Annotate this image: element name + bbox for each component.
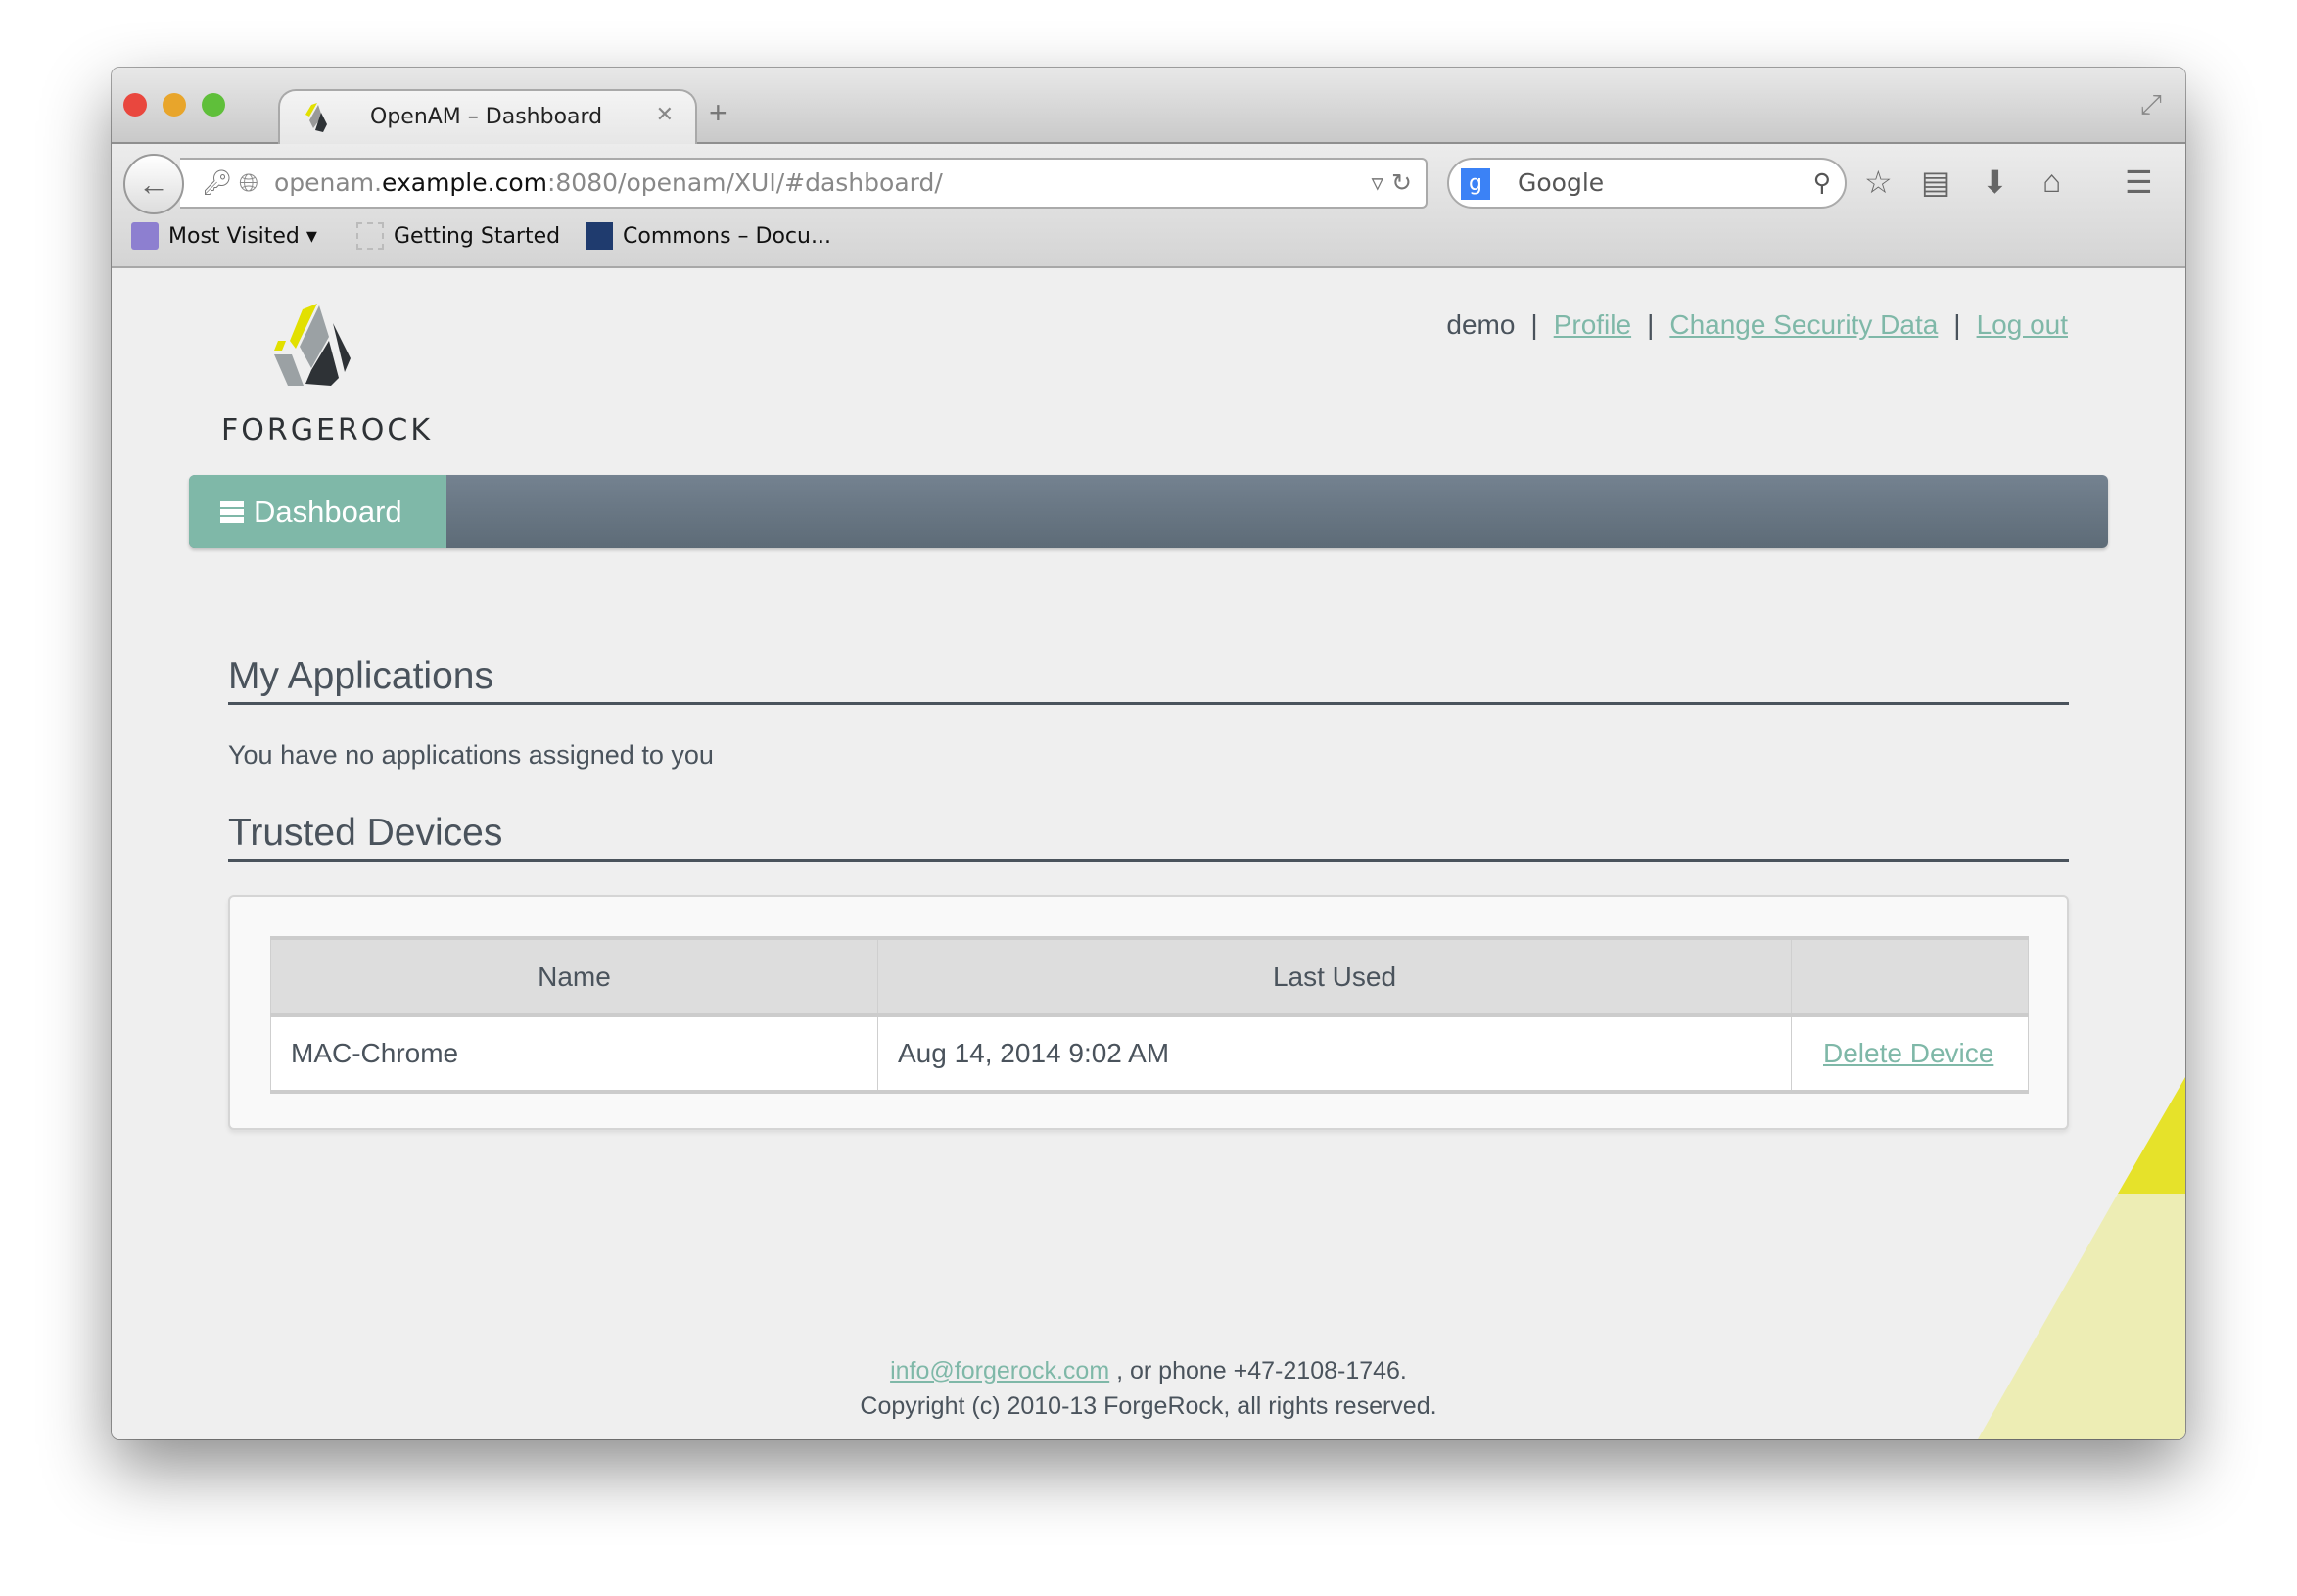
delete-device-link[interactable]: Delete Device (1823, 1038, 1993, 1068)
device-last-used: Aug 14, 2014 9:02 AM (877, 1014, 1792, 1094)
table-row: MAC-Chrome Aug 14, 2014 9:02 AM Delete D… (270, 1014, 2029, 1094)
minimize-window-button[interactable] (163, 93, 186, 117)
google-icon: g (1461, 168, 1490, 200)
folder-icon (131, 222, 159, 250)
profile-link[interactable]: Profile (1554, 309, 1631, 340)
bookmark-getting-started[interactable]: Getting Started (356, 222, 560, 250)
copyright: Copyright (c) 2010-13 ForgeRock, all rig… (860, 1392, 1437, 1420)
forgerock-logo: FORGEROCK (210, 298, 445, 454)
bookmark-commons[interactable]: Commons – Docu... (586, 222, 831, 250)
back-button[interactable]: ← (123, 154, 184, 214)
my-applications-heading: My Applications (228, 655, 2069, 705)
footer: info@forgerock.com , or phone +47-2108-1… (112, 1353, 2185, 1424)
bookmark-label: Commons – Docu... (623, 223, 831, 249)
search-input[interactable]: g Google ⚲ (1447, 158, 1847, 209)
reload-icon[interactable]: ▿ ↻ (1372, 160, 1412, 207)
search-icon[interactable]: ⚲ (1813, 160, 1831, 207)
close-tab-icon[interactable]: ✕ (656, 103, 674, 127)
url-text: openam.example.com:8080/openam/XUI/#dash… (274, 168, 943, 197)
confluence-icon (586, 222, 613, 250)
user-menu: demo | Profile | Change Security Data | Log ou… (1446, 309, 2068, 340)
trusted-devices-heading: Trusted Devices (228, 812, 2069, 862)
zoom-window-button[interactable] (202, 93, 225, 117)
search-placeholder: Google (1518, 168, 1605, 197)
trusted-devices-table: Name Last Used MAC-Chrome Aug 14, 2014 9… (270, 936, 2029, 1094)
phone-text: , or phone +47-2108-1746. (1109, 1357, 1407, 1385)
username: demo (1446, 309, 1516, 340)
page-icon (356, 222, 384, 250)
bookmark-most-visited[interactable]: Most Visited ▾ (131, 222, 317, 250)
table-header-row: Name Last Used (270, 936, 2029, 1017)
email-link[interactable]: info@forgerock.com (890, 1357, 1109, 1385)
bookmark-label: Getting Started (394, 223, 561, 249)
column-header-action (1791, 936, 2029, 1017)
globe-icon: 🌐︎ (239, 168, 259, 197)
tab-openam-dashboard[interactable]: OpenAM – Dashboard ✕ (278, 89, 697, 146)
address-bar[interactable]: 🔑︎ 🌐︎ openam.example.com:8080/openam/XUI… (180, 158, 1428, 209)
device-name: MAC-Chrome (270, 1014, 878, 1094)
download-icon[interactable]: ⬇ (1982, 164, 2008, 201)
column-header-last-used: Last Used (877, 936, 1792, 1017)
column-header-name: Name (270, 936, 878, 1017)
page-content: FORGEROCK demo | Profile | Change Security D… (112, 268, 2185, 1439)
close-window-button[interactable] (123, 93, 147, 117)
key-icon: 🔑︎ (202, 168, 233, 197)
navigation-toolbar: 🔑︎ 🌐︎ openam.example.com:8080/openam/XUI… (112, 144, 2185, 268)
new-tab-button[interactable]: + (709, 95, 727, 131)
bookmarks-list-icon[interactable]: ▤ (1921, 164, 1950, 201)
no-applications-message: You have no applications assigned to you (228, 740, 714, 770)
browser-window: OpenAM – Dashboard ✕ + ⤢ 🔑︎ 🌐︎ openam.ex… (112, 68, 2185, 1439)
brand-name: FORGEROCK (221, 413, 433, 447)
logout-link[interactable]: Log out (1977, 309, 2068, 340)
change-security-data-link[interactable]: Change Security Data (1669, 309, 1938, 340)
menu-icon[interactable]: ☰ (2125, 164, 2153, 201)
nav-dashboard-label: Dashboard (254, 494, 402, 529)
home-icon[interactable]: ⌂ (2042, 164, 2061, 200)
tab-bar: OpenAM – Dashboard ✕ + ⤢ (112, 68, 2185, 146)
bookmark-label: Most Visited ▾ (168, 223, 317, 249)
bookmark-star-icon[interactable]: ☆ (1864, 164, 1893, 201)
list-icon (220, 501, 244, 523)
trusted-devices-panel: Name Last Used MAC-Chrome Aug 14, 2014 9… (228, 895, 2069, 1130)
tab-title: OpenAM – Dashboard (370, 105, 603, 129)
fullscreen-icon[interactable]: ⤢ (2140, 89, 2162, 121)
forgerock-favicon-icon (305, 103, 327, 132)
nav-dashboard[interactable]: Dashboard (189, 475, 446, 548)
main-navbar: Dashboard (189, 475, 2108, 548)
